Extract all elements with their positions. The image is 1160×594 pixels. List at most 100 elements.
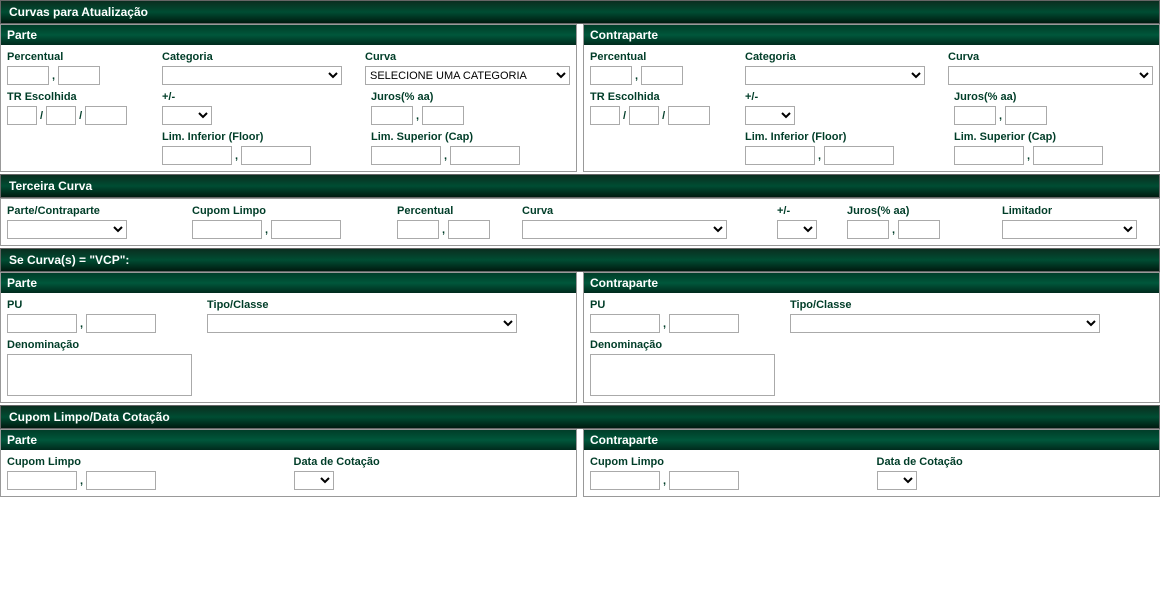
section-header-vcp: Se Curva(s) = "VCP": — [0, 248, 1160, 272]
comma-separator: , — [441, 224, 446, 236]
parte-percentual-dec[interactable] — [58, 66, 100, 85]
terceira-parte-select[interactable] — [7, 220, 127, 239]
terceira-limitador-select[interactable] — [1002, 220, 1137, 239]
contraparte-liminf-int[interactable] — [745, 146, 815, 165]
contraparte-percentual-int[interactable] — [590, 66, 632, 85]
label-categoria: Categoria — [162, 51, 355, 63]
section-header-curvas: Curvas para Atualização — [0, 0, 1160, 24]
label-data-cotacao: Data de Cotação — [877, 456, 1154, 468]
comma-separator: , — [1026, 150, 1031, 162]
contraparte-curva-select[interactable] — [948, 66, 1153, 85]
parte-juros-dec[interactable] — [422, 106, 464, 125]
vcp-contra-pu-dec[interactable] — [669, 314, 739, 333]
contraparte-tr-year[interactable] — [668, 106, 710, 125]
parte-tr-day[interactable] — [7, 106, 37, 125]
label-curva: Curva — [522, 205, 767, 217]
label-lim-inf: Lim. Inferior (Floor) — [745, 131, 944, 143]
panel-title-parte: Parte — [1, 25, 576, 45]
parte-tr-year[interactable] — [85, 106, 127, 125]
parte-juros-int[interactable] — [371, 106, 413, 125]
label-denominacao: Denominação — [7, 339, 192, 351]
terceira-juros-dec[interactable] — [898, 220, 940, 239]
contraparte-categoria-select[interactable] — [745, 66, 925, 85]
panel-title-contraparte: Contraparte — [584, 273, 1159, 293]
label-categoria: Categoria — [745, 51, 938, 63]
terceira-cupom-int[interactable] — [192, 220, 262, 239]
contraparte-tr-day[interactable] — [590, 106, 620, 125]
label-juros: Juros(% aa) — [847, 205, 992, 217]
vcp-contra-denominacao[interactable] — [590, 354, 775, 396]
parte-limsup-dec[interactable] — [450, 146, 520, 165]
terceira-juros-int[interactable] — [847, 220, 889, 239]
contraparte-tr-month[interactable] — [629, 106, 659, 125]
terceira-percentual-int[interactable] — [397, 220, 439, 239]
label-tr-escolhida: TR Escolhida — [7, 91, 152, 103]
label-pu: PU — [7, 299, 197, 311]
label-maismenos: +/- — [162, 91, 361, 103]
panel-title-contraparte: Contraparte — [584, 25, 1159, 45]
slash-separator: / — [622, 110, 627, 122]
vcp-contra-tipoclasse-select[interactable] — [790, 314, 1100, 333]
cupom-contra-int[interactable] — [590, 471, 660, 490]
comma-separator: , — [79, 318, 84, 330]
label-cupom-limpo: Cupom Limpo — [192, 205, 387, 217]
terceira-curva-select[interactable] — [522, 220, 727, 239]
label-data-cotacao: Data de Cotação — [294, 456, 571, 468]
contraparte-limsup-dec[interactable] — [1033, 146, 1103, 165]
label-tr-escolhida: TR Escolhida — [590, 91, 735, 103]
label-cupom-limpo: Cupom Limpo — [590, 456, 867, 468]
vcp-parte-pu-int[interactable] — [7, 314, 77, 333]
label-juros: Juros(% aa) — [371, 91, 570, 103]
comma-separator: , — [662, 475, 667, 487]
parte-categoria-select[interactable] — [162, 66, 342, 85]
label-percentual: Percentual — [397, 205, 512, 217]
parte-maismenos-select[interactable] — [162, 106, 212, 125]
label-pu: PU — [590, 299, 780, 311]
slash-separator: / — [661, 110, 666, 122]
parte-limsup-int[interactable] — [371, 146, 441, 165]
vcp-contra-pu-int[interactable] — [590, 314, 660, 333]
parte-liminf-int[interactable] — [162, 146, 232, 165]
label-juros: Juros(% aa) — [954, 91, 1153, 103]
label-percentual: Percentual — [590, 51, 735, 63]
label-limitador: Limitador — [1002, 205, 1153, 217]
comma-separator: , — [51, 70, 56, 82]
contraparte-limsup-int[interactable] — [954, 146, 1024, 165]
vcp-parte-pu-dec[interactable] — [86, 314, 156, 333]
label-lim-sup: Lim. Superior (Cap) — [371, 131, 570, 143]
label-tipo-classe: Tipo/Classe — [790, 299, 1153, 311]
parte-percentual-int[interactable] — [7, 66, 49, 85]
terceira-maismenos-select[interactable] — [777, 220, 817, 239]
parte-tr-month[interactable] — [46, 106, 76, 125]
cupom-contra-data-select[interactable] — [877, 471, 917, 490]
comma-separator: , — [234, 150, 239, 162]
comma-separator: , — [264, 224, 269, 236]
contraparte-liminf-dec[interactable] — [824, 146, 894, 165]
slash-separator: / — [39, 110, 44, 122]
contraparte-juros-int[interactable] — [954, 106, 996, 125]
cupom-parte-data-select[interactable] — [294, 471, 334, 490]
label-lim-sup: Lim. Superior (Cap) — [954, 131, 1153, 143]
terceira-cupom-dec[interactable] — [271, 220, 341, 239]
comma-separator: , — [79, 475, 84, 487]
label-percentual: Percentual — [7, 51, 152, 63]
comma-separator: , — [634, 70, 639, 82]
parte-curva-select[interactable]: SELECIONE UMA CATEGORIA — [365, 66, 570, 85]
contraparte-juros-dec[interactable] — [1005, 106, 1047, 125]
label-lim-inf: Lim. Inferior (Floor) — [162, 131, 361, 143]
parte-liminf-dec[interactable] — [241, 146, 311, 165]
cupom-contra-dec[interactable] — [669, 471, 739, 490]
vcp-parte-tipoclasse-select[interactable] — [207, 314, 517, 333]
comma-separator: , — [891, 224, 896, 236]
section-header-cupom: Cupom Limpo/Data Cotação — [0, 405, 1160, 429]
label-tipo-classe: Tipo/Classe — [207, 299, 570, 311]
label-maismenos: +/- — [777, 205, 837, 217]
comma-separator: , — [817, 150, 822, 162]
contraparte-maismenos-select[interactable] — [745, 106, 795, 125]
cupom-parte-dec[interactable] — [86, 471, 156, 490]
label-cupom-limpo: Cupom Limpo — [7, 456, 284, 468]
contraparte-percentual-dec[interactable] — [641, 66, 683, 85]
cupom-parte-int[interactable] — [7, 471, 77, 490]
vcp-parte-denominacao[interactable] — [7, 354, 192, 396]
terceira-percentual-dec[interactable] — [448, 220, 490, 239]
